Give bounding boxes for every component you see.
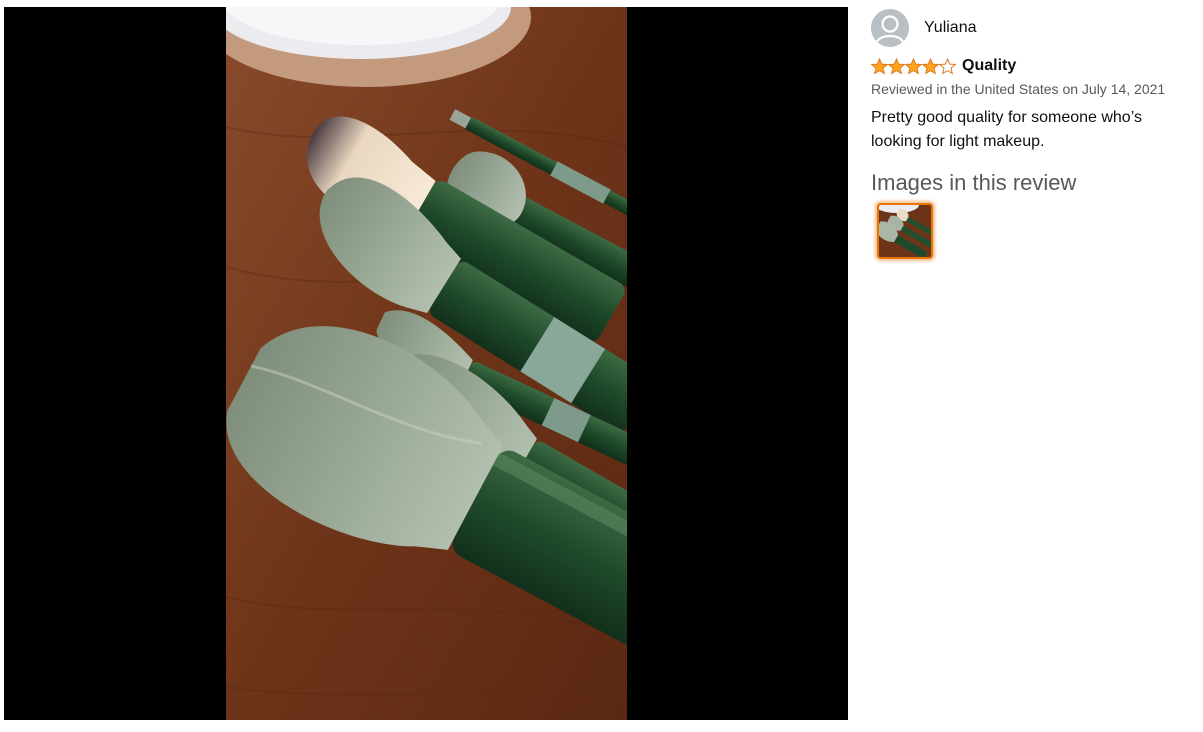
star-filled-icon [922, 57, 939, 75]
review-image-graphic [226, 7, 627, 720]
star-rating[interactable] [871, 57, 956, 75]
thumbnail-graphic [879, 205, 931, 257]
image-viewer[interactable] [4, 7, 848, 720]
user-avatar-icon [871, 9, 909, 47]
review-date: Reviewed in the United States on July 14… [871, 81, 1166, 97]
review-title[interactable]: Quality [962, 57, 1016, 75]
star-filled-icon [888, 57, 905, 75]
star-filled-icon [905, 57, 922, 75]
review-image [226, 7, 627, 720]
reviewer-profile[interactable]: Yuliana [871, 9, 1201, 47]
review-image-thumbnail[interactable] [877, 203, 933, 259]
star-empty-icon [939, 57, 956, 75]
avatar [871, 9, 909, 47]
reviewer-name[interactable]: Yuliana [924, 19, 977, 37]
images-section-heading: Images in this review [871, 170, 1077, 195]
review-panel: Yuliana Quality Reviewed in the United S… [871, 9, 1201, 259]
rating-row: Quality [871, 56, 1201, 76]
star-filled-icon [871, 57, 888, 75]
review-body: Pretty good quality for someone who’s lo… [871, 109, 1142, 150]
